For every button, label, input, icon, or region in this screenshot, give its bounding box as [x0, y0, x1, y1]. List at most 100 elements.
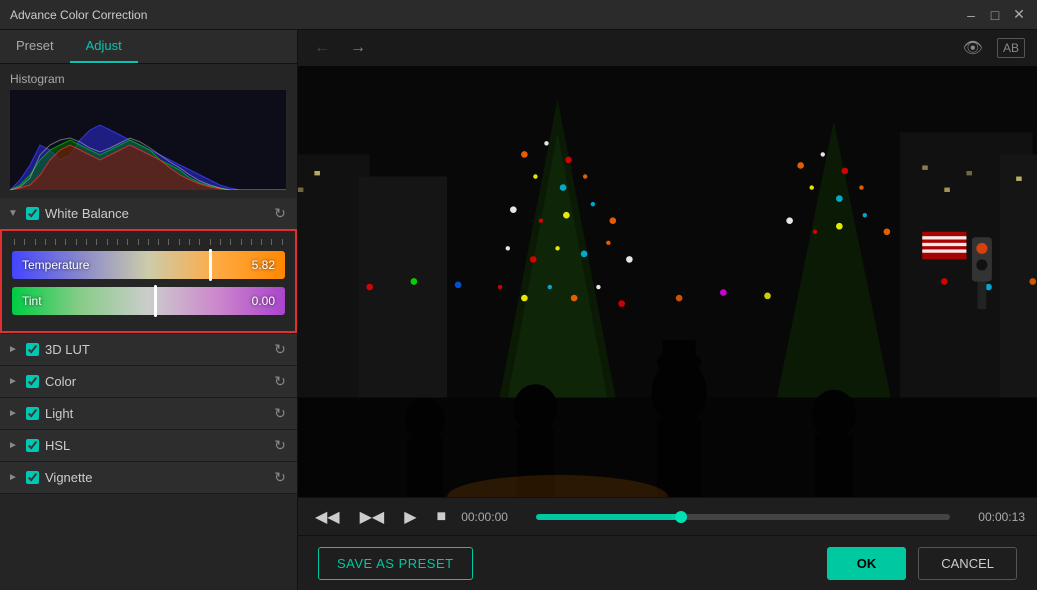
tint-value: 0.00	[252, 294, 275, 308]
white-balance-section: ▼ White Balance ↻	[0, 198, 297, 334]
video-scene	[298, 66, 1037, 497]
chevron-right-icon: ►	[8, 440, 20, 451]
tick-mark	[241, 239, 242, 245]
stop-button[interactable]: ■	[432, 506, 452, 528]
temperature-thumb[interactable]	[209, 249, 212, 281]
tick-marks-row	[12, 239, 285, 249]
temperature-slider[interactable]: Temperature 5.82	[12, 251, 285, 279]
tick-mark	[24, 239, 25, 245]
vignette-title: Vignette	[45, 470, 265, 485]
tick-mark	[127, 239, 128, 245]
accordion-hsl-header[interactable]: ► HSL ↻	[0, 430, 297, 461]
3dlut-reset-button[interactable]: ↻	[271, 341, 289, 358]
tick-mark	[107, 239, 108, 245]
undo-button[interactable]: ←	[310, 37, 334, 59]
left-panel: Preset Adjust Histogram	[0, 30, 298, 590]
tick-mark	[158, 239, 159, 245]
save-preset-button[interactable]: SAVE AS PRESET	[318, 547, 473, 580]
tick-mark	[86, 239, 87, 245]
accordion-light: ► Light ↻	[0, 398, 297, 430]
tick-mark	[189, 239, 190, 245]
tint-slider[interactable]: Tint 0.00	[12, 287, 285, 315]
redo-button[interactable]: →	[346, 37, 370, 59]
progress-bar[interactable]	[536, 514, 950, 520]
accordion-color-header[interactable]: ► Color ↻	[0, 366, 297, 397]
3dlut-checkbox[interactable]	[26, 343, 39, 356]
toolbar-right: 👁 AB	[959, 36, 1025, 60]
tick-mark	[117, 239, 118, 245]
tick-mark	[65, 239, 66, 245]
preview-button[interactable]: 👁	[959, 36, 987, 60]
play-button[interactable]: ▶	[399, 505, 421, 529]
light-checkbox[interactable]	[26, 407, 39, 420]
accordion-3dlut-header[interactable]: ► 3D LUT ↻	[0, 334, 297, 365]
titlebar: Advance Color Correction – □ ✕	[0, 0, 1037, 30]
progress-thumb[interactable]	[675, 511, 687, 523]
temperature-slider-row[interactable]: Temperature 5.82	[12, 251, 285, 279]
accordion-hsl: ► HSL ↻	[0, 430, 297, 462]
temperature-label: Temperature	[22, 258, 89, 272]
hsl-reset-button[interactable]: ↻	[271, 437, 289, 454]
tick-mark	[148, 239, 149, 245]
vignette-checkbox[interactable]	[26, 471, 39, 484]
toolbar-left: ← →	[310, 37, 370, 59]
accordion-vignette: ► Vignette ↻	[0, 462, 297, 494]
chevron-down-icon: ▼	[8, 208, 20, 219]
tick-mark	[210, 239, 211, 245]
tick-mark	[230, 239, 231, 245]
tab-bar: Preset Adjust	[0, 30, 297, 64]
action-buttons: OK CANCEL	[827, 547, 1017, 580]
tab-preset[interactable]: Preset	[0, 30, 70, 63]
accordion-color: ► Color ↻	[0, 366, 297, 398]
tint-thumb[interactable]	[154, 285, 157, 317]
hsl-checkbox[interactable]	[26, 439, 39, 452]
hsl-title: HSL	[45, 438, 265, 453]
vignette-reset-button[interactable]: ↻	[271, 469, 289, 486]
app-title: Advance Color Correction	[10, 8, 147, 22]
3dlut-title: 3D LUT	[45, 342, 265, 357]
ok-button[interactable]: OK	[827, 547, 907, 580]
tick-mark	[14, 239, 15, 245]
light-reset-button[interactable]: ↻	[271, 405, 289, 422]
time-end: 00:00:13	[960, 510, 1025, 524]
tick-marks	[12, 239, 285, 245]
histogram-canvas	[10, 90, 286, 190]
window-controls: – □ ✕	[963, 7, 1027, 23]
video-toolbar-top: ← → 👁 AB	[298, 30, 1037, 66]
white-balance-checkbox[interactable]	[26, 207, 39, 220]
tint-slider-row[interactable]: Tint 0.00	[12, 287, 285, 315]
skip-back-button[interactable]: ◀◀	[310, 505, 345, 529]
accordion-light-header[interactable]: ► Light ↻	[0, 398, 297, 429]
video-controls: ◀◀ ▶◀ ▶ ■ 00:00:00 00:00:13	[298, 497, 1037, 535]
tick-mark	[168, 239, 169, 245]
chevron-right-icon: ►	[8, 472, 20, 483]
tick-mark	[55, 239, 56, 245]
accordion-3dlut: ► 3D LUT ↻	[0, 334, 297, 366]
tick-mark	[76, 239, 77, 245]
color-checkbox[interactable]	[26, 375, 39, 388]
chevron-right-icon: ►	[8, 376, 20, 387]
white-balance-header[interactable]: ▼ White Balance ↻	[0, 198, 297, 229]
right-panel: ← → 👁 AB	[298, 30, 1037, 590]
close-button[interactable]: ✕	[1011, 7, 1027, 23]
cancel-button[interactable]: CANCEL	[918, 547, 1017, 580]
white-balance-title: White Balance	[45, 206, 265, 221]
tick-mark	[45, 239, 46, 245]
light-title: Light	[45, 406, 265, 421]
white-balance-reset-button[interactable]: ↻	[271, 205, 289, 222]
tick-mark	[261, 239, 262, 245]
step-back-button[interactable]: ▶◀	[355, 505, 390, 529]
ab-compare-button[interactable]: AB	[997, 38, 1025, 58]
accordion-vignette-header[interactable]: ► Vignette ↻	[0, 462, 297, 493]
histogram-chart	[10, 90, 286, 190]
maximize-button[interactable]: □	[987, 7, 1003, 23]
video-area	[298, 66, 1037, 497]
tick-mark	[251, 239, 252, 245]
tab-adjust[interactable]: Adjust	[70, 30, 138, 63]
color-reset-button[interactable]: ↻	[271, 373, 289, 390]
tick-mark	[199, 239, 200, 245]
time-current: 00:00:00	[461, 510, 526, 524]
scene-svg	[298, 66, 1037, 497]
minimize-button[interactable]: –	[963, 7, 979, 23]
tick-mark	[96, 239, 97, 245]
